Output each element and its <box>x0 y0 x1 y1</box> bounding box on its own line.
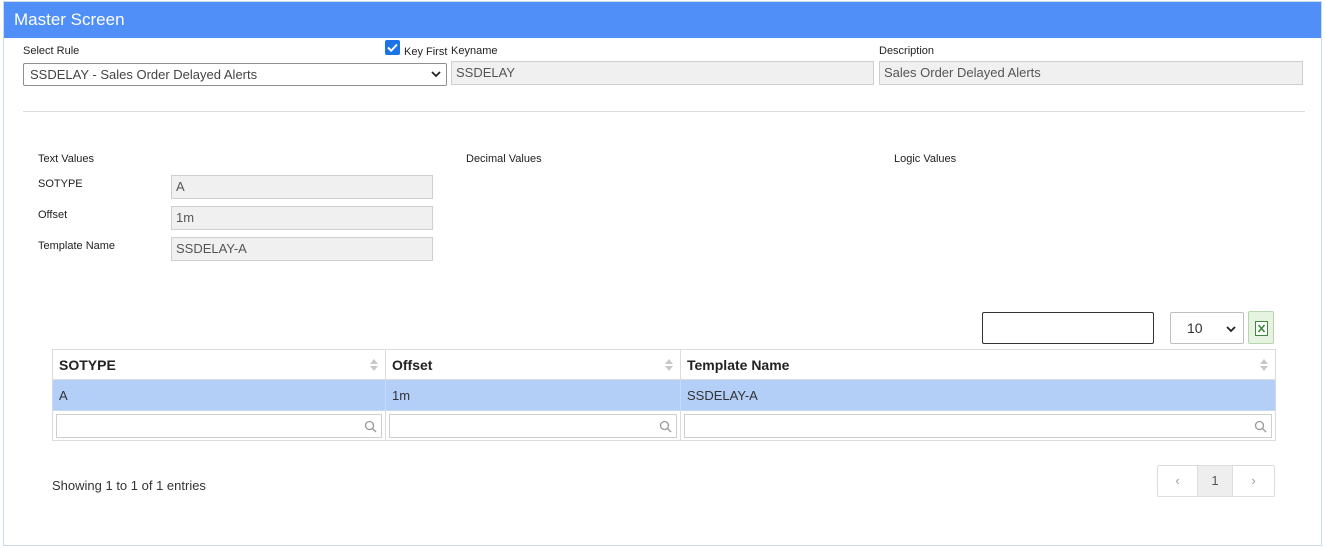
search-icon <box>364 420 377 432</box>
column-header-template-name[interactable]: Template Name <box>680 349 1276 380</box>
offset-label: Offset <box>38 209 68 221</box>
divider <box>23 111 1305 112</box>
search-icon <box>1254 420 1267 432</box>
logic-values-heading: Logic Values <box>894 153 957 165</box>
table-info: Showing 1 to 1 of 1 entries <box>52 478 206 493</box>
text-values-heading: Text Values <box>38 153 95 165</box>
table-search-input[interactable] <box>982 312 1154 344</box>
sort-icon <box>370 359 378 371</box>
table-cell: A <box>52 379 386 411</box>
filter-input-offset[interactable] <box>389 413 677 438</box>
keyname-label: Keyname <box>451 45 498 57</box>
sort-icon <box>1260 359 1268 371</box>
page-length-select[interactable]: 10 <box>1170 312 1244 344</box>
select-rule-dropdown[interactable]: SSDELAY - Sales Order Delayed Alerts <box>23 63 447 86</box>
column-header-sotype[interactable]: SOTYPE <box>52 349 386 380</box>
excel-icon <box>1255 321 1268 336</box>
sotype-label: SOTYPE <box>38 178 83 190</box>
table-cell: SSDELAY-A <box>680 379 1276 411</box>
template-name-label: Template Name <box>38 240 116 252</box>
select-rule-value: SSDELAY - Sales Order Delayed Alerts <box>30 67 258 82</box>
keyname-field[interactable]: SSDELAY <box>451 61 874 85</box>
page-length-value: 10 <box>1187 320 1203 336</box>
chevron-down-icon <box>1226 326 1236 333</box>
filter-input-template-name[interactable] <box>684 413 1272 438</box>
sort-icon <box>665 359 673 371</box>
data-table: SOTYPE Offset Template Name A 1m SSDELAY… <box>52 349 1276 441</box>
table-cell: 1m <box>385 379 681 411</box>
column-header-offset[interactable]: Offset <box>385 349 681 380</box>
pagination-previous[interactable]: ‹ <box>1158 466 1198 496</box>
pagination-page-1[interactable]: 1 <box>1198 466 1233 496</box>
export-excel-button[interactable] <box>1248 311 1274 344</box>
key-first-label: Key First <box>404 46 448 58</box>
offset-field[interactable]: 1m <box>171 206 433 230</box>
template-name-field[interactable]: SSDELAY-A <box>171 237 433 261</box>
chevron-down-icon <box>431 71 441 78</box>
search-icon <box>659 420 672 432</box>
filter-input-sotype[interactable] <box>56 413 382 438</box>
table-row[interactable]: A 1m SSDELAY-A <box>52 379 1276 411</box>
decimal-values-heading: Decimal Values <box>466 153 542 165</box>
select-rule-label: Select Rule <box>23 45 80 57</box>
master-panel: Master Screen Select Rule SSDELAY - Sale… <box>3 1 1322 546</box>
pagination: ‹ 1 › <box>1157 465 1275 497</box>
key-first-checkbox[interactable] <box>385 40 400 55</box>
description-label: Description <box>879 45 935 57</box>
pagination-next[interactable]: › <box>1233 466 1274 496</box>
panel-title: Master Screen <box>4 2 1321 38</box>
description-field[interactable]: Sales Order Delayed Alerts <box>879 61 1303 85</box>
sotype-field[interactable]: A <box>171 175 433 199</box>
filter-row <box>52 410 1276 441</box>
checkmark-icon <box>387 43 398 53</box>
